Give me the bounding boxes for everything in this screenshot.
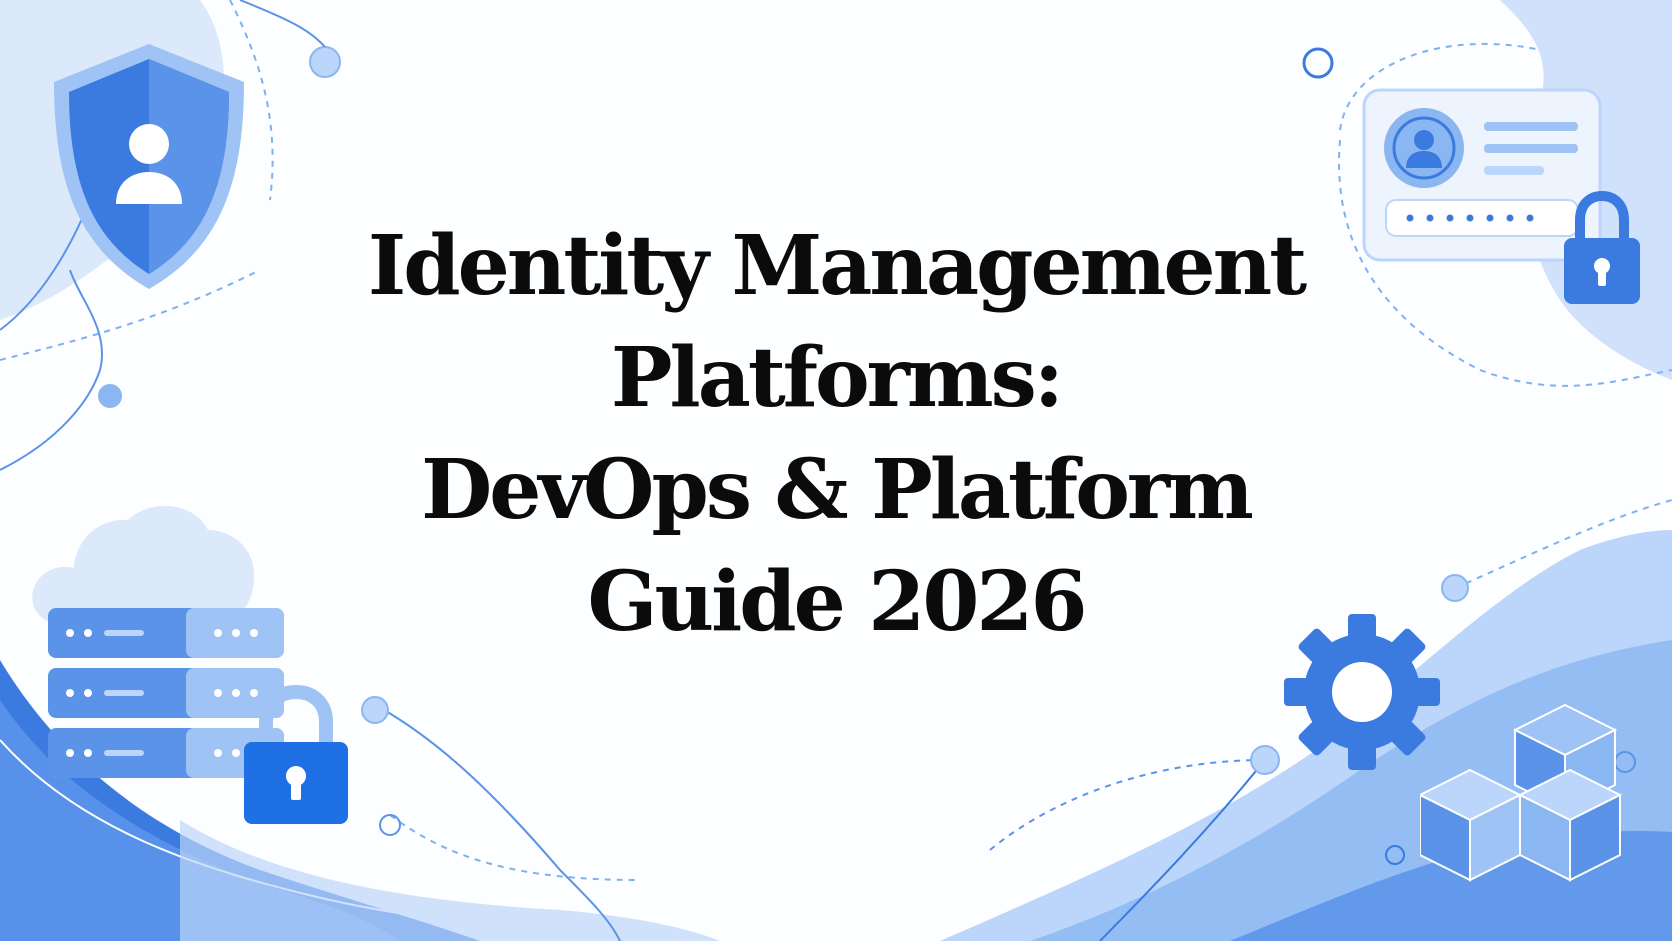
padlock-icon [244,684,348,824]
title-line-2: Platforms: [610,330,1064,426]
hero-banner: Identity Management Platforms: DevOps & … [0,0,1672,941]
shield-user-icon [54,44,244,289]
title-line-1: Identity Management [367,218,1307,314]
padlock-icon [1564,190,1640,304]
page-title: Identity Management Platforms: DevOps & … [236,210,1436,658]
title-line-4: Guide 2026 [587,554,1087,650]
title-line-3: DevOps & Platform [421,442,1254,538]
cubes-icon [1420,703,1623,882]
